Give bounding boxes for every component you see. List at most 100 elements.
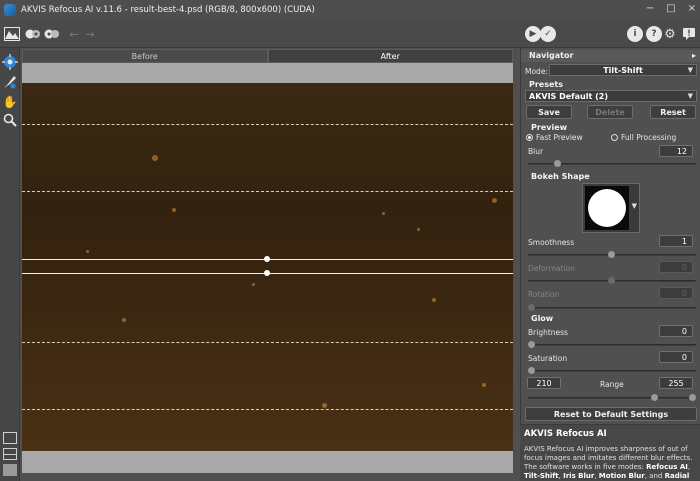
batch-icon[interactable] [25,26,41,42]
saturation-slider-knob[interactable] [528,367,535,374]
smoothness-label: Smoothness [528,238,575,247]
brightness-slider-knob[interactable] [528,341,535,348]
bokeh-shape-selector[interactable]: ▼ [582,183,640,233]
mode-label: Mode: [525,67,548,76]
feedback-icon[interactable] [681,26,697,42]
presets-dropdown[interactable]: AKVIS Default (2) ▼ [525,90,697,102]
save-preset-button[interactable]: Save [526,105,572,119]
bokeh-dot [382,212,385,215]
help-panel: AKVIS Refocus AI AKVIS Refocus AI improv… [520,424,700,481]
rotation-value[interactable]: 0 [659,287,693,299]
title-bar: AKVIS Refocus AI v.11.6 - result-best-4.… [0,0,700,20]
plugin-icon[interactable] [44,26,60,42]
brightness-value[interactable]: 0 [659,325,693,337]
saturation-slider[interactable] [528,370,696,372]
help-icon[interactable]: ? [646,26,662,42]
help-title: AKVIS Refocus AI [524,429,607,439]
maximize-button[interactable]: □ [666,3,675,14]
fast-preview-radio[interactable] [526,134,533,141]
glow-header: Glow [531,314,554,323]
minimize-button[interactable]: − [646,3,654,14]
bokeh-dot [482,383,486,387]
chevron-down-icon: ▼ [687,66,693,74]
rotation-slider-knob[interactable] [528,304,535,311]
tilt-shift-tool-icon[interactable] [2,54,18,70]
open-icon[interactable] [4,26,20,42]
preview-header: Preview [531,123,568,132]
brightness-slider[interactable] [528,344,696,346]
zoom-tool-icon[interactable] [2,112,18,128]
bokeh-shape-header: Bokeh Shape [531,172,590,181]
transition-boundary-bottom[interactable] [22,342,513,343]
navigator-header[interactable]: Navigator ▸ [521,50,700,62]
window-title: AKVIS Refocus AI v.11.6 - result-best-4.… [21,5,315,15]
range-max-value[interactable]: 255 [659,377,693,389]
view-tabs: Before After [22,49,513,63]
close-button[interactable]: × [688,3,696,14]
info-icon[interactable]: i [627,26,643,42]
canvas-area[interactable] [22,63,513,473]
blur-boundary-top[interactable] [22,124,513,125]
bokeh-dot [86,250,89,253]
run-icon[interactable]: ▶ [525,26,541,42]
transition-boundary-top[interactable] [22,191,513,192]
bokeh-dot [122,318,126,322]
smoothness-slider-knob[interactable] [608,251,615,258]
full-processing-radio[interactable] [611,134,618,141]
bokeh-dot [417,228,420,231]
fast-preview-label: Fast Preview [536,133,583,142]
apply-icon[interactable]: ✓ [540,26,556,42]
hand-tool-icon[interactable]: ✋ [2,94,18,110]
help-text: AKVIS Refocus AI improves sharpness of o… [524,445,693,480]
brush-tool-icon[interactable] [2,74,18,90]
full-processing-label: Full Processing [621,133,677,142]
focus-handle-bottom[interactable] [264,270,270,276]
tab-after[interactable]: After [267,49,513,63]
range-min-value[interactable]: 210 [527,377,561,389]
deformation-value[interactable]: 0 [659,261,693,273]
saturation-label: Saturation [528,354,568,363]
blur-slider-knob[interactable] [553,160,561,167]
single-view-icon[interactable] [3,432,17,444]
window-controls: − □ × [646,3,696,14]
brightness-label: Brightness [528,328,568,337]
bokeh-dot [432,298,436,302]
deformation-slider-knob[interactable] [608,277,615,284]
chevron-down-icon: ▼ [631,202,637,210]
saturation-value[interactable]: 0 [659,351,693,363]
focus-handle-top[interactable] [264,256,270,262]
circle-shape-icon [588,189,626,227]
redo-icon[interactable]: → [82,26,98,42]
blur-label: Blur [528,147,544,156]
bokeh-dot [172,208,176,212]
settings-icon[interactable]: ⚙ [662,26,678,42]
range-slider[interactable] [528,397,696,399]
deformation-label: Deformation [528,264,575,273]
app-window: AKVIS Refocus AI v.11.6 - result-best-4.… [0,0,700,481]
reset-defaults-button[interactable]: Reset to Default Settings [525,407,697,421]
rotation-slider[interactable] [528,307,696,309]
app-logo-icon [4,4,16,16]
chevron-down-icon: ▼ [687,92,693,100]
reset-preset-button[interactable]: Reset [650,105,696,119]
blur-boundary-bottom[interactable] [22,409,513,410]
range-slider-max-knob[interactable] [689,394,696,401]
preview-image[interactable] [22,83,513,451]
mode-dropdown[interactable]: Tilt-Shift ▼ [549,64,697,76]
delete-preset-button[interactable]: Delete [587,105,633,119]
range-slider-min-knob[interactable] [651,394,658,401]
undo-icon[interactable]: ← [66,26,82,42]
chevron-right-icon: ▸ [691,51,696,60]
bokeh-dot [152,155,158,161]
bokeh-preview [585,186,629,230]
split-view-icon[interactable] [3,448,17,460]
tools-panel: ✋ [0,48,20,481]
bokeh-dot [252,283,255,286]
blur-value[interactable]: 12 [659,145,693,157]
smoothness-value[interactable]: 1 [659,235,693,247]
tab-before[interactable]: Before [22,49,268,63]
bokeh-dot [322,403,327,408]
bokeh-dot [492,198,497,203]
range-label: Range [600,380,624,389]
color-swatch-icon[interactable] [3,464,17,476]
